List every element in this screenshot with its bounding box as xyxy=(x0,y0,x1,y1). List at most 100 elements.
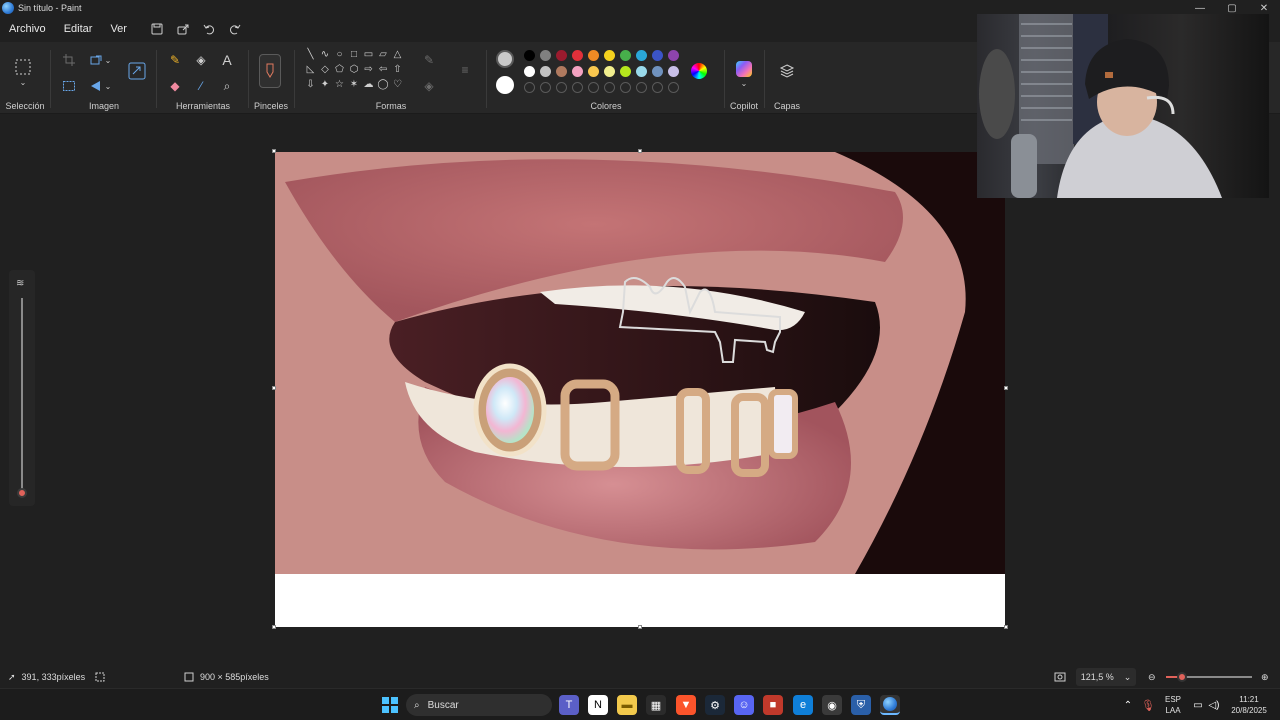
fit-to-window-icon[interactable] xyxy=(1054,666,1066,688)
shape-option-icon[interactable]: ╲ xyxy=(304,48,317,61)
color-swatch[interactable] xyxy=(636,66,647,77)
shape-option-icon[interactable]: ◇ xyxy=(319,63,332,76)
primary-color-swatch[interactable] xyxy=(496,50,514,68)
custom-color-slot[interactable] xyxy=(636,82,647,93)
layers-icon[interactable] xyxy=(776,60,798,82)
magnifier-icon[interactable]: ⌕ xyxy=(216,76,238,96)
zoom-slider[interactable] xyxy=(1166,672,1252,682)
microsoft-store-icon[interactable]: ▦ xyxy=(646,695,666,715)
text-icon[interactable]: A xyxy=(216,50,238,70)
volume-icon[interactable]: ◁) xyxy=(1204,695,1224,715)
resize-handle-bottom-left[interactable] xyxy=(272,625,276,629)
save-icon[interactable] xyxy=(144,18,170,40)
chevron-down-icon[interactable]: ⌄ xyxy=(102,76,114,96)
shield-app-icon[interactable]: ⛨ xyxy=(851,695,871,715)
color-swatch[interactable] xyxy=(668,50,679,61)
menu-ver[interactable]: Ver xyxy=(101,18,136,40)
chevron-down-icon[interactable]: ⌄ xyxy=(12,76,34,88)
image-resize-icon[interactable] xyxy=(126,60,148,82)
shape-option-icon[interactable]: ☁ xyxy=(362,78,375,91)
canvas-photo[interactable] xyxy=(275,152,1005,574)
edge-browser-icon[interactable]: e xyxy=(793,695,813,715)
custom-color-slot[interactable] xyxy=(668,82,679,93)
eraser-icon[interactable]: ◆ xyxy=(164,76,186,96)
redo-icon[interactable] xyxy=(222,18,248,40)
obs-icon[interactable]: ◉ xyxy=(822,695,842,715)
resize-handle-bottom[interactable] xyxy=(638,625,642,629)
shape-option-icon[interactable]: ⇩ xyxy=(304,78,317,91)
crop-icon[interactable] xyxy=(58,50,80,70)
tray-chevron-up-icon[interactable]: ⌃ xyxy=(1118,695,1138,715)
shape-option-icon[interactable]: ⇦ xyxy=(377,63,390,76)
shape-option-icon[interactable]: ◺ xyxy=(304,63,317,76)
drawing-canvas[interactable] xyxy=(275,152,1005,627)
custom-color-slot[interactable] xyxy=(588,82,599,93)
secondary-color-swatch[interactable] xyxy=(496,76,514,94)
menu-archivo[interactable]: Archivo xyxy=(0,18,55,40)
resize-handle-top[interactable] xyxy=(638,149,642,153)
resize-handle-right[interactable] xyxy=(1004,386,1008,390)
chevron-down-icon[interactable]: ⌄ xyxy=(733,78,755,88)
color-swatch[interactable] xyxy=(572,66,583,77)
shape-option-icon[interactable]: ⇧ xyxy=(391,63,404,76)
resize-handle-left[interactable] xyxy=(272,386,276,390)
brave-browser-icon[interactable]: ▼ xyxy=(676,695,696,715)
custom-color-slot[interactable] xyxy=(524,82,535,93)
color-swatch[interactable] xyxy=(604,66,615,77)
shape-option-icon[interactable]: ▭ xyxy=(362,48,375,61)
shape-size-icon[interactable]: ≡ xyxy=(454,60,476,80)
shape-option-icon[interactable]: ☆ xyxy=(333,78,346,91)
custom-color-slot[interactable] xyxy=(604,82,615,93)
microphone-icon[interactable]: 🎙 xyxy=(1138,695,1158,715)
shape-option-icon[interactable]: ✦ xyxy=(319,78,332,91)
custom-color-slot[interactable] xyxy=(652,82,663,93)
vertical-zoom-slider[interactable]: ≋ xyxy=(9,270,35,506)
shape-option-icon[interactable]: ⬠ xyxy=(333,63,346,76)
color-swatch[interactable] xyxy=(668,66,679,77)
paint-taskbar-icon[interactable] xyxy=(880,695,900,715)
chevron-down-icon[interactable]: ⌄ xyxy=(102,50,114,70)
slider-thumb[interactable] xyxy=(17,488,27,498)
file-explorer-icon[interactable]: ▬ xyxy=(617,695,637,715)
custom-color-slot[interactable] xyxy=(540,82,551,93)
pencil-icon[interactable]: ✎ xyxy=(164,50,186,70)
color-swatch[interactable] xyxy=(556,50,567,61)
taskbar-search-box[interactable]: ⌕ Buscar xyxy=(406,694,552,716)
streaming-app-icon[interactable]: ■ xyxy=(763,695,783,715)
custom-color-slot[interactable] xyxy=(620,82,631,93)
discord-icon[interactable]: ☺ xyxy=(734,695,754,715)
input-language[interactable]: ESP LAA xyxy=(1160,694,1186,716)
menu-editar[interactable]: Editar xyxy=(55,18,102,40)
select-image-icon[interactable] xyxy=(58,76,80,96)
color-swatch[interactable] xyxy=(604,50,615,61)
teams-icon[interactable]: T xyxy=(559,695,579,715)
share-icon[interactable] xyxy=(170,18,196,40)
edit-colors-icon[interactable] xyxy=(688,60,710,82)
color-swatch[interactable] xyxy=(620,66,631,77)
undo-icon[interactable] xyxy=(196,18,222,40)
steam-icon[interactable]: ⚙ xyxy=(705,695,725,715)
zoom-out-icon[interactable]: ⊖ xyxy=(1148,666,1156,688)
shape-option-icon[interactable]: ◯ xyxy=(377,78,390,91)
resize-handle-bottom-right[interactable] xyxy=(1004,625,1008,629)
notion-icon[interactable]: N xyxy=(588,695,608,715)
zoom-level-dropdown[interactable]: 121,5 % ⌄ xyxy=(1076,668,1136,686)
fill-bucket-icon[interactable]: ◈ xyxy=(190,50,212,70)
windows-start-icon[interactable] xyxy=(380,695,400,715)
shape-option-icon[interactable]: ∿ xyxy=(319,48,332,61)
custom-color-slot[interactable] xyxy=(556,82,567,93)
shape-option-icon[interactable]: △ xyxy=(391,48,404,61)
color-picker-icon[interactable]: ⁄ xyxy=(190,76,212,96)
color-swatch[interactable] xyxy=(588,50,599,61)
color-swatch[interactable] xyxy=(524,66,535,77)
zoom-slider-thumb[interactable] xyxy=(1177,672,1188,682)
shape-option-icon[interactable]: ♡ xyxy=(391,78,404,91)
color-swatch[interactable] xyxy=(636,50,647,61)
system-clock[interactable]: 11:21 20/8/2025 xyxy=(1224,694,1274,716)
color-swatch[interactable] xyxy=(572,50,583,61)
custom-color-slot[interactable] xyxy=(572,82,583,93)
shape-option-icon[interactable]: ⇨ xyxy=(362,63,375,76)
resize-handle-top-left[interactable] xyxy=(272,149,276,153)
color-swatch[interactable] xyxy=(652,50,663,61)
zoom-in-icon[interactable]: ⊕ xyxy=(1261,666,1269,688)
